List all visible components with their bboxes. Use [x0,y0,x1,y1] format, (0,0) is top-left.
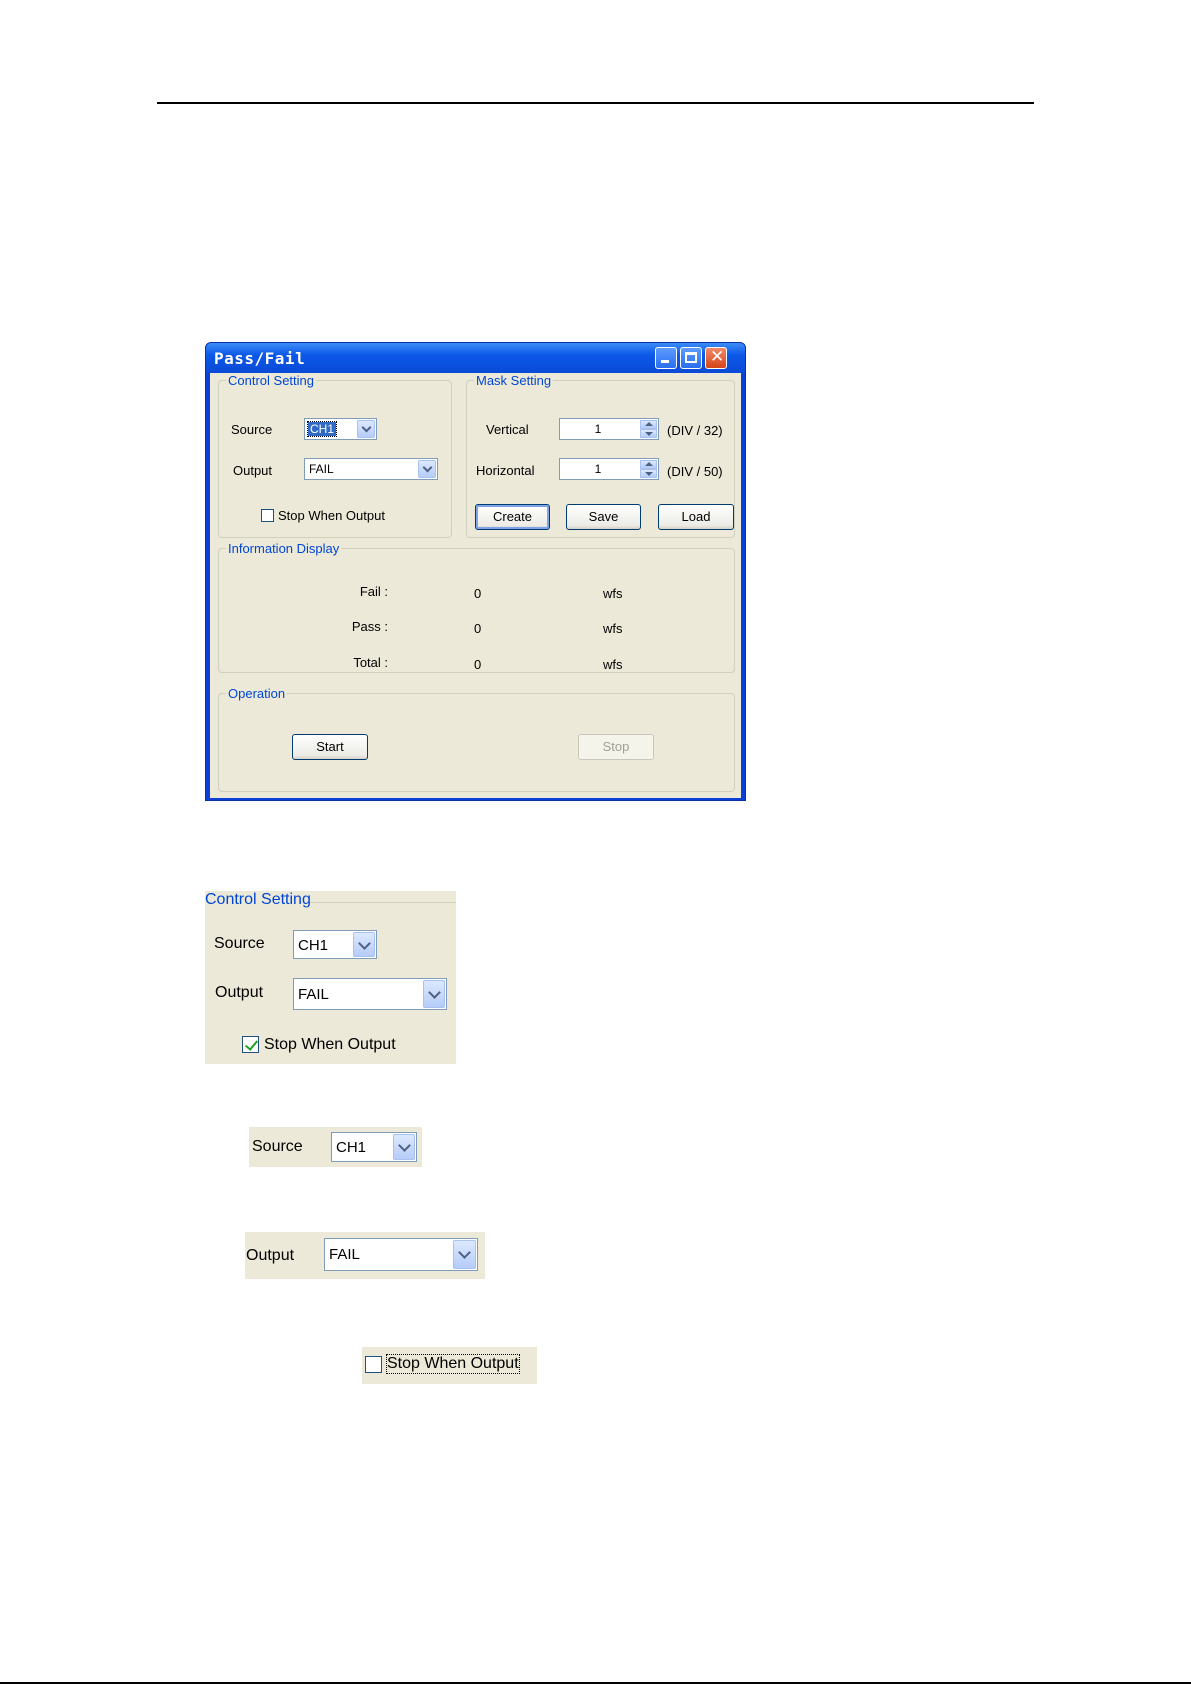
output-detail: Output FAIL [245,1232,485,1279]
fail-count-label: Fail : [359,584,388,599]
control-setting-detail: Control Setting Source CH1 Output FAIL S… [205,891,456,1064]
detail-legend-rule [310,902,456,903]
maximize-icon [685,352,697,363]
detail-stop-when-output-only-label[interactable]: Stop When Output [386,1354,520,1374]
stop-button[interactable]: Stop [578,734,654,760]
mask-setting-legend: Mask Setting [476,373,552,388]
stop-when-output-detail: Stop When Output [362,1347,537,1384]
pass-count-label: Pass : [351,619,388,634]
control-setting-legend: Control Setting [228,373,314,388]
detail-stop-when-output-label[interactable]: Stop When Output [264,1036,396,1054]
page-header-rule [157,102,1034,104]
vertical-spin-down[interactable] [640,429,657,438]
horizontal-spin-up[interactable] [640,460,657,469]
close-icon: ✕ [710,347,725,367]
load-button[interactable]: Load [658,504,734,530]
detail-stop-when-output-only-checkbox[interactable] [365,1356,382,1373]
chevron-down-icon [458,1246,471,1259]
page-footer-rule [0,1682,1191,1684]
detail-output-label: Output [215,984,264,1001]
save-button[interactable]: Save [566,504,641,530]
vertical-value: 1 [594,422,602,436]
title-bar[interactable]: Pass/Fail ✕ [206,343,745,373]
horizontal-spin-down[interactable] [640,469,657,478]
total-count-value: 0 [474,657,482,672]
dialog-client-area: Control Setting Source CH1 Output FAIL S… [210,373,741,798]
detail-source-only-dropdown-button[interactable] [393,1134,415,1160]
close-button[interactable]: ✕ [705,347,727,369]
total-count-label: Total : [353,655,388,670]
pass-fail-window: Pass/Fail ✕ Control Setting Source CH1 O… [205,342,746,801]
checkmark-icon [244,1037,259,1051]
stop-when-output-label[interactable]: Stop When Output [278,508,385,523]
fail-count-value: 0 [474,586,482,601]
detail-output-only-value: FAIL [329,1246,360,1263]
source-select[interactable]: CH1 [304,418,377,440]
detail-output-only-label: Output [246,1247,295,1264]
horizontal-label: Horizontal [476,463,535,478]
source-label: Source [231,422,273,437]
output-select[interactable]: FAIL [304,458,438,480]
chevron-down-icon [428,986,441,999]
spin-down-icon [645,432,653,436]
information-display-legend: Information Display [228,541,340,556]
pass-count-value: 0 [474,621,482,636]
spin-up-icon [645,462,653,466]
detail-output-dropdown-button[interactable] [423,980,445,1008]
vertical-spinner[interactable]: 1 [559,418,659,440]
spin-down-icon [645,472,653,476]
detail-source-dropdown-button[interactable] [353,932,375,957]
information-display-group: Information Display [218,541,735,673]
detail-control-setting-legend: Control Setting [205,891,311,908]
chevron-down-icon [358,937,371,950]
source-dropdown-button[interactable] [357,420,375,438]
vertical-unit: (DIV / 32) [667,423,723,438]
source-value: CH1 [306,421,338,437]
minimize-button[interactable] [655,347,677,369]
detail-output-select[interactable]: FAIL [293,978,447,1010]
stop-when-output-checkbox[interactable] [261,509,274,522]
detail-source-select[interactable]: CH1 [293,930,377,959]
chevron-down-icon [361,422,372,433]
vertical-label: Vertical [486,422,529,437]
detail-stop-when-output-checkbox[interactable] [242,1036,259,1053]
horizontal-unit: (DIV / 50) [667,464,723,479]
window-title: Pass/Fail [214,349,306,368]
pass-count-unit: wfs [603,621,623,636]
detail-output-only-dropdown-button[interactable] [453,1240,476,1269]
source-detail: Source CH1 [249,1127,422,1167]
detail-source-only-select[interactable]: CH1 [331,1132,417,1162]
chevron-down-icon [398,1139,411,1152]
detail-source-only-label: Source [252,1138,303,1155]
create-button[interactable]: Create [475,504,550,530]
start-button[interactable]: Start [292,734,368,760]
output-value: FAIL [309,462,334,476]
output-dropdown-button[interactable] [418,460,436,478]
detail-source-value: CH1 [298,937,329,954]
detail-source-only-value: CH1 [336,1139,367,1156]
output-label: Output [233,463,273,478]
detail-source-label: Source [214,935,265,952]
detail-output-only-select[interactable]: FAIL [324,1238,478,1271]
total-count-unit: wfs [603,657,623,672]
chevron-down-icon [422,462,433,473]
horizontal-value: 1 [594,462,602,476]
operation-legend: Operation [228,686,286,701]
detail-output-value: FAIL [298,986,329,1003]
horizontal-spinner[interactable]: 1 [559,458,659,480]
minimize-icon [661,360,669,363]
vertical-spin-up[interactable] [640,420,657,429]
fail-count-unit: wfs [603,586,623,601]
spin-up-icon [645,422,653,426]
maximize-button[interactable] [680,347,702,369]
